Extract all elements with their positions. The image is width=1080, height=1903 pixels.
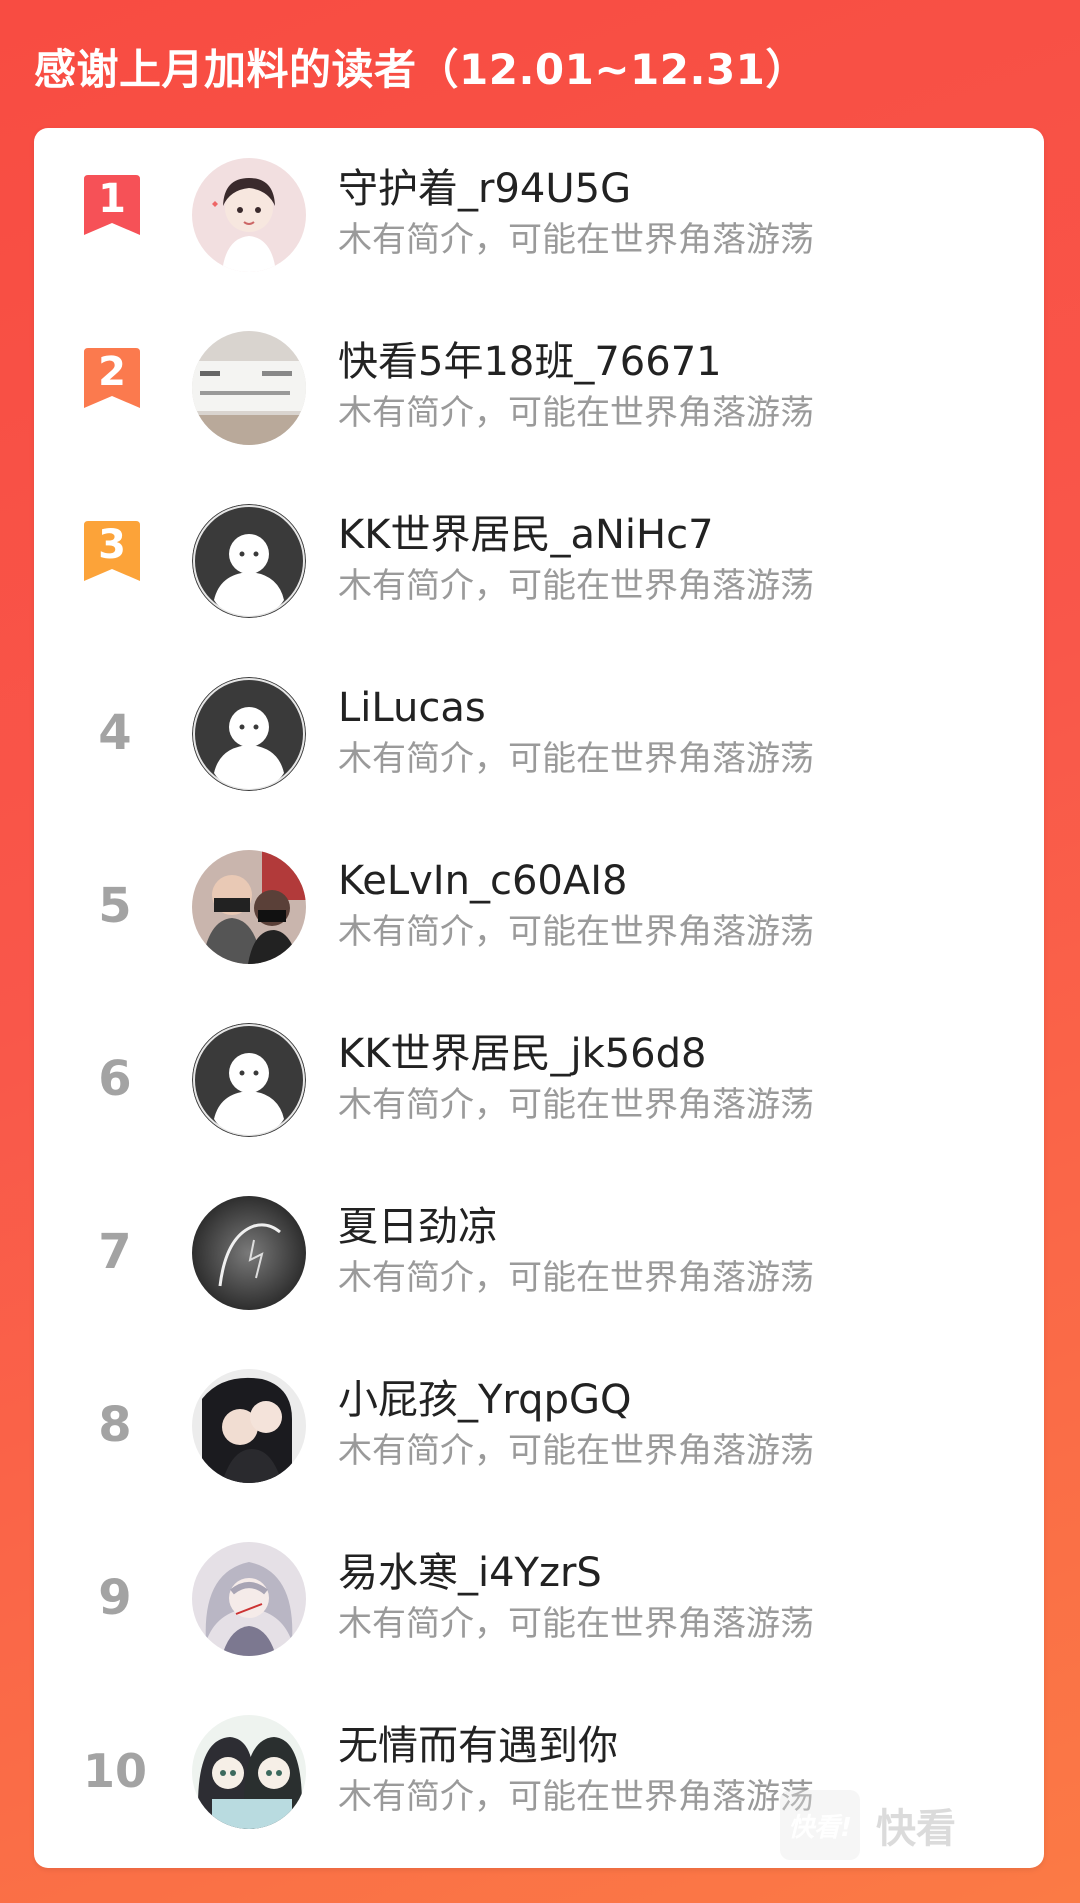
reader-row-3[interactable]: 3 KK世界居民_aNiHc7 木有简介，可能在世界角落游荡 (34, 474, 1044, 647)
reader-name[interactable]: KeLvIn_c60AI8 (338, 854, 627, 908)
default-avatar[interactable] (192, 677, 306, 791)
reader-row-6[interactable]: 6 KK世界居民_jk56d8 木有简介，可能在世界角落游荡 (34, 993, 1044, 1166)
reader-bio: 木有简介，可能在世界角落游荡 (338, 566, 814, 606)
rank-number: 5 (98, 878, 132, 934)
reader-bio: 木有简介，可能在世界角落游荡 (338, 1085, 814, 1125)
reader-name[interactable]: 小屁孩_YrqpGQ (338, 1373, 631, 1427)
reader-name[interactable]: 快看5年18班_76671 (338, 335, 722, 389)
reader-row-1[interactable]: 1 守护着_r94U5G 木有简介，可能在世界角落游荡 (34, 128, 1044, 301)
reader-bio: 木有简介，可能在世界角落游荡 (338, 393, 814, 433)
reader-row-2[interactable]: 2 快看5年18班_76671 木有简介，可能在世界角落游荡 (34, 301, 1044, 474)
reader-name[interactable]: 守护着_r94U5G (338, 162, 631, 216)
reader-name[interactable]: KK世界居民_jk56d8 (338, 1027, 706, 1081)
reader-name[interactable]: LiLucas (338, 681, 486, 735)
reader-name[interactable]: KK世界居民_aNiHc7 (338, 508, 714, 562)
rank-number: 9 (98, 1570, 132, 1626)
rank-number: 4 (98, 705, 132, 761)
default-avatar[interactable] (192, 1023, 306, 1137)
couple-photo-avatar[interactable] (192, 850, 306, 964)
rank-number: 7 (98, 1224, 132, 1280)
reader-bio: 木有简介，可能在世界角落游荡 (338, 739, 814, 779)
reader-row-8[interactable]: 8 小屁孩_YrqpGQ 木有简介，可能在世界角落游荡 (34, 1339, 1044, 1512)
reader-row-4[interactable]: 4 LiLucas 木有简介，可能在世界角落游荡 (34, 647, 1044, 820)
reader-bio: 木有简介，可能在世界角落游荡 (338, 220, 814, 260)
rank-number: 6 (98, 1051, 132, 1107)
reader-bio: 木有简介，可能在世界角落游荡 (338, 1431, 814, 1471)
page-title: 感谢上月加料的读者（12.01~12.31） (34, 45, 808, 94)
lightning-avatar[interactable] (192, 1196, 306, 1310)
silver-hair-anime-avatar[interactable] (192, 1542, 306, 1656)
reader-bio: 木有简介，可能在世界角落游荡 (338, 1258, 814, 1298)
rank-number: 1 (98, 176, 126, 222)
watermark-text: 快看 (876, 1806, 956, 1852)
couple-anime-avatar[interactable] (192, 1369, 306, 1483)
reader-name[interactable]: 易水寒_i4YzrS (338, 1546, 602, 1600)
kuaikan-logo-icon: 快看! (780, 1790, 860, 1860)
reader-bio: 木有简介，可能在世界角落游荡 (338, 912, 814, 952)
rank-number: 8 (98, 1397, 132, 1453)
rank-number: 3 (98, 522, 126, 568)
rank-number: 2 (98, 349, 126, 395)
rank-number: 10 (82, 1744, 147, 1798)
default-avatar[interactable] (192, 504, 306, 618)
reader-row-5[interactable]: 5 KeLvIn_c60AI8 木有简介，可能在世界角落游荡 (34, 820, 1044, 993)
anime-girls-avatar[interactable] (192, 1715, 306, 1829)
document-photo-avatar[interactable] (192, 331, 306, 445)
anime-boy-avatar[interactable] (192, 158, 306, 272)
reader-name[interactable]: 无情而有遇到你 (338, 1719, 618, 1773)
reader-row-9[interactable]: 9 易水寒_i4YzrS 木有简介，可能在世界角落游荡 (34, 1512, 1044, 1685)
reader-bio: 木有简介，可能在世界角落游荡 (338, 1777, 814, 1817)
kuaikan-watermark: 快看! 快看 (780, 1790, 980, 1860)
reader-name[interactable]: 夏日劲凉 (338, 1200, 498, 1254)
reader-row-7[interactable]: 7 夏日劲凉 木有简介，可能在世界角落游荡 (34, 1166, 1044, 1339)
reader-list: 1 守护着_r94U5G 木有简介，可能在世界角落游荡 2 快看5年18班_76… (34, 128, 1044, 1868)
reader-bio: 木有简介，可能在世界角落游荡 (338, 1604, 814, 1644)
